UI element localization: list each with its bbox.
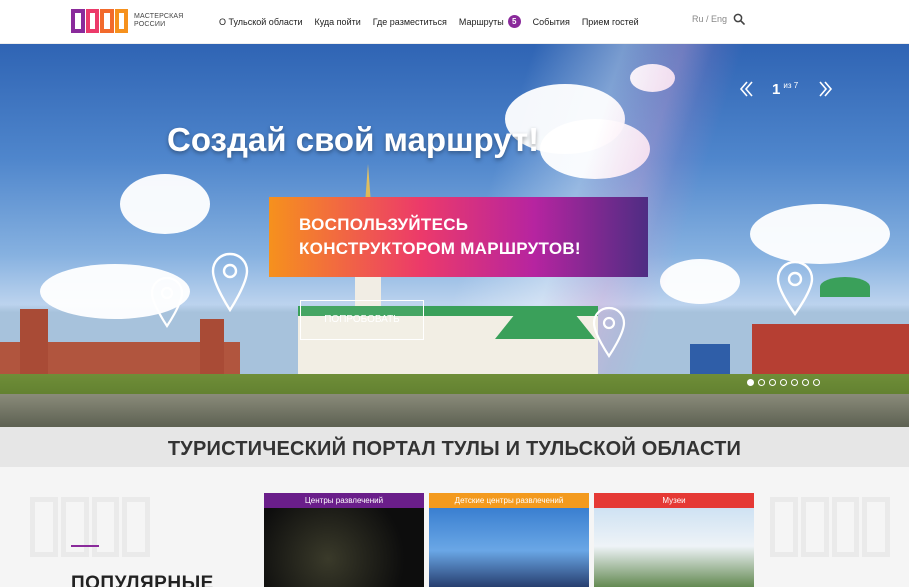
kremlin-tower	[20, 309, 48, 384]
slider-dot[interactable]	[802, 379, 809, 386]
nav-item-about[interactable]: О Тульской области	[219, 15, 302, 28]
dome	[820, 277, 870, 297]
map-pin-icon	[776, 260, 814, 316]
card-image	[264, 508, 424, 587]
slider-dot[interactable]	[813, 379, 820, 386]
logo-caption: МАСТЕРСКАЯ РОССИИ	[134, 13, 184, 29]
route-constructor-banner: ВОСПОЛЬЗУЙТЕСЬ КОНСТРУКТОРОМ МАРШРУТОВ!	[269, 197, 648, 277]
banner-line1: ВОСПОЛЬЗУЙТЕСЬ	[299, 215, 469, 234]
card-label: Центры развлечений	[264, 493, 424, 508]
routes-count-badge: 5	[507, 15, 521, 28]
section-heading: ПОПУЛЯРНЫЕ	[71, 573, 214, 587]
category-card-museums[interactable]: Музеи	[594, 493, 754, 587]
category-card-entertainment[interactable]: Центры развлечений	[264, 493, 424, 587]
language-switcher[interactable]: Ru / Eng	[692, 14, 727, 24]
section-accent-line	[71, 545, 99, 547]
site-header: МАСТЕРСКАЯ РОССИИ О Тульской области Куд…	[0, 0, 909, 44]
nav-item-hospitality[interactable]: Прием гостей	[582, 15, 639, 28]
logo-caption-line1: МАСТЕРСКАЯ	[134, 13, 184, 20]
nav-item-label: Маршруты	[458, 16, 504, 27]
nav-item-routes[interactable]: Маршруты 5	[459, 15, 521, 28]
slider-dot[interactable]	[769, 379, 776, 386]
nav-item-label: Прием гостей	[581, 16, 639, 27]
nav-item-label: Куда пойти	[314, 16, 361, 27]
popular-section: ПОПУЛЯРНЫЕ Центры развлечений Детские це…	[0, 467, 909, 587]
nav-item-events[interactable]: События	[533, 15, 570, 28]
nav-item-accommodation[interactable]: Где разместиться	[373, 15, 447, 28]
card-label: Музеи	[594, 493, 754, 508]
tula-logo-mark	[71, 9, 128, 33]
background-logo-pattern	[770, 497, 890, 557]
square	[0, 394, 909, 427]
map-pin-icon	[150, 276, 184, 328]
nav-item-label: О Тульской области	[219, 16, 303, 27]
slide-total-text: из 7	[783, 80, 799, 90]
card-image	[594, 508, 754, 587]
nav-item-label: Где разместиться	[372, 16, 447, 27]
slide-current-number: 1	[772, 80, 781, 98]
try-button[interactable]: ПОПРОБОВАТЬ	[300, 300, 424, 340]
cloud-shape	[120, 174, 210, 234]
card-image	[429, 508, 589, 587]
portal-title-band: ТУРИСТИЧЕСКИЙ ПОРТАЛ ТУЛЫ И ТУЛЬСКОЙ ОБЛ…	[0, 427, 909, 467]
site-logo[interactable]: МАСТЕРСКАЯ РОССИИ	[71, 9, 184, 33]
slider-dot[interactable]	[758, 379, 765, 386]
slider-dot[interactable]	[780, 379, 787, 386]
hero-slider: Создай свой маршрут! ВОСПОЛЬЗУЙТЕСЬ КОНС…	[0, 44, 909, 427]
prev-slide-icon[interactable]	[738, 80, 754, 98]
slider-dot[interactable]	[791, 379, 798, 386]
cloud-shape	[750, 204, 890, 264]
card-label: Детские центры развлечений	[429, 493, 589, 508]
slider-counter: 1 из 7	[738, 80, 834, 98]
search-icon[interactable]	[733, 13, 745, 25]
background-logo-pattern	[30, 497, 150, 557]
map-pin-icon	[592, 306, 626, 358]
logo-caption-line2: РОССИИ	[134, 21, 166, 28]
nav-item-where-to-go[interactable]: Куда пойти	[314, 15, 360, 28]
next-slide-icon[interactable]	[818, 80, 834, 98]
portal-title: ТУРИСТИЧЕСКИЙ ПОРТАЛ ТУЛЫ И ТУЛЬСКОЙ ОБЛ…	[167, 438, 742, 460]
nav-item-label: События	[532, 16, 570, 27]
map-pin-icon	[211, 252, 249, 312]
slider-dot[interactable]	[747, 379, 754, 386]
main-nav: О Тульской области Куда пойти Где размес…	[219, 15, 651, 28]
hero-title: Создай свой маршрут!	[167, 121, 540, 158]
banner-line2: КОНСТРУКТОРОМ МАРШРУТОВ!	[299, 239, 581, 258]
category-card-kids-entertainment[interactable]: Детские центры развлечений	[429, 493, 589, 587]
slider-dots	[747, 379, 820, 386]
